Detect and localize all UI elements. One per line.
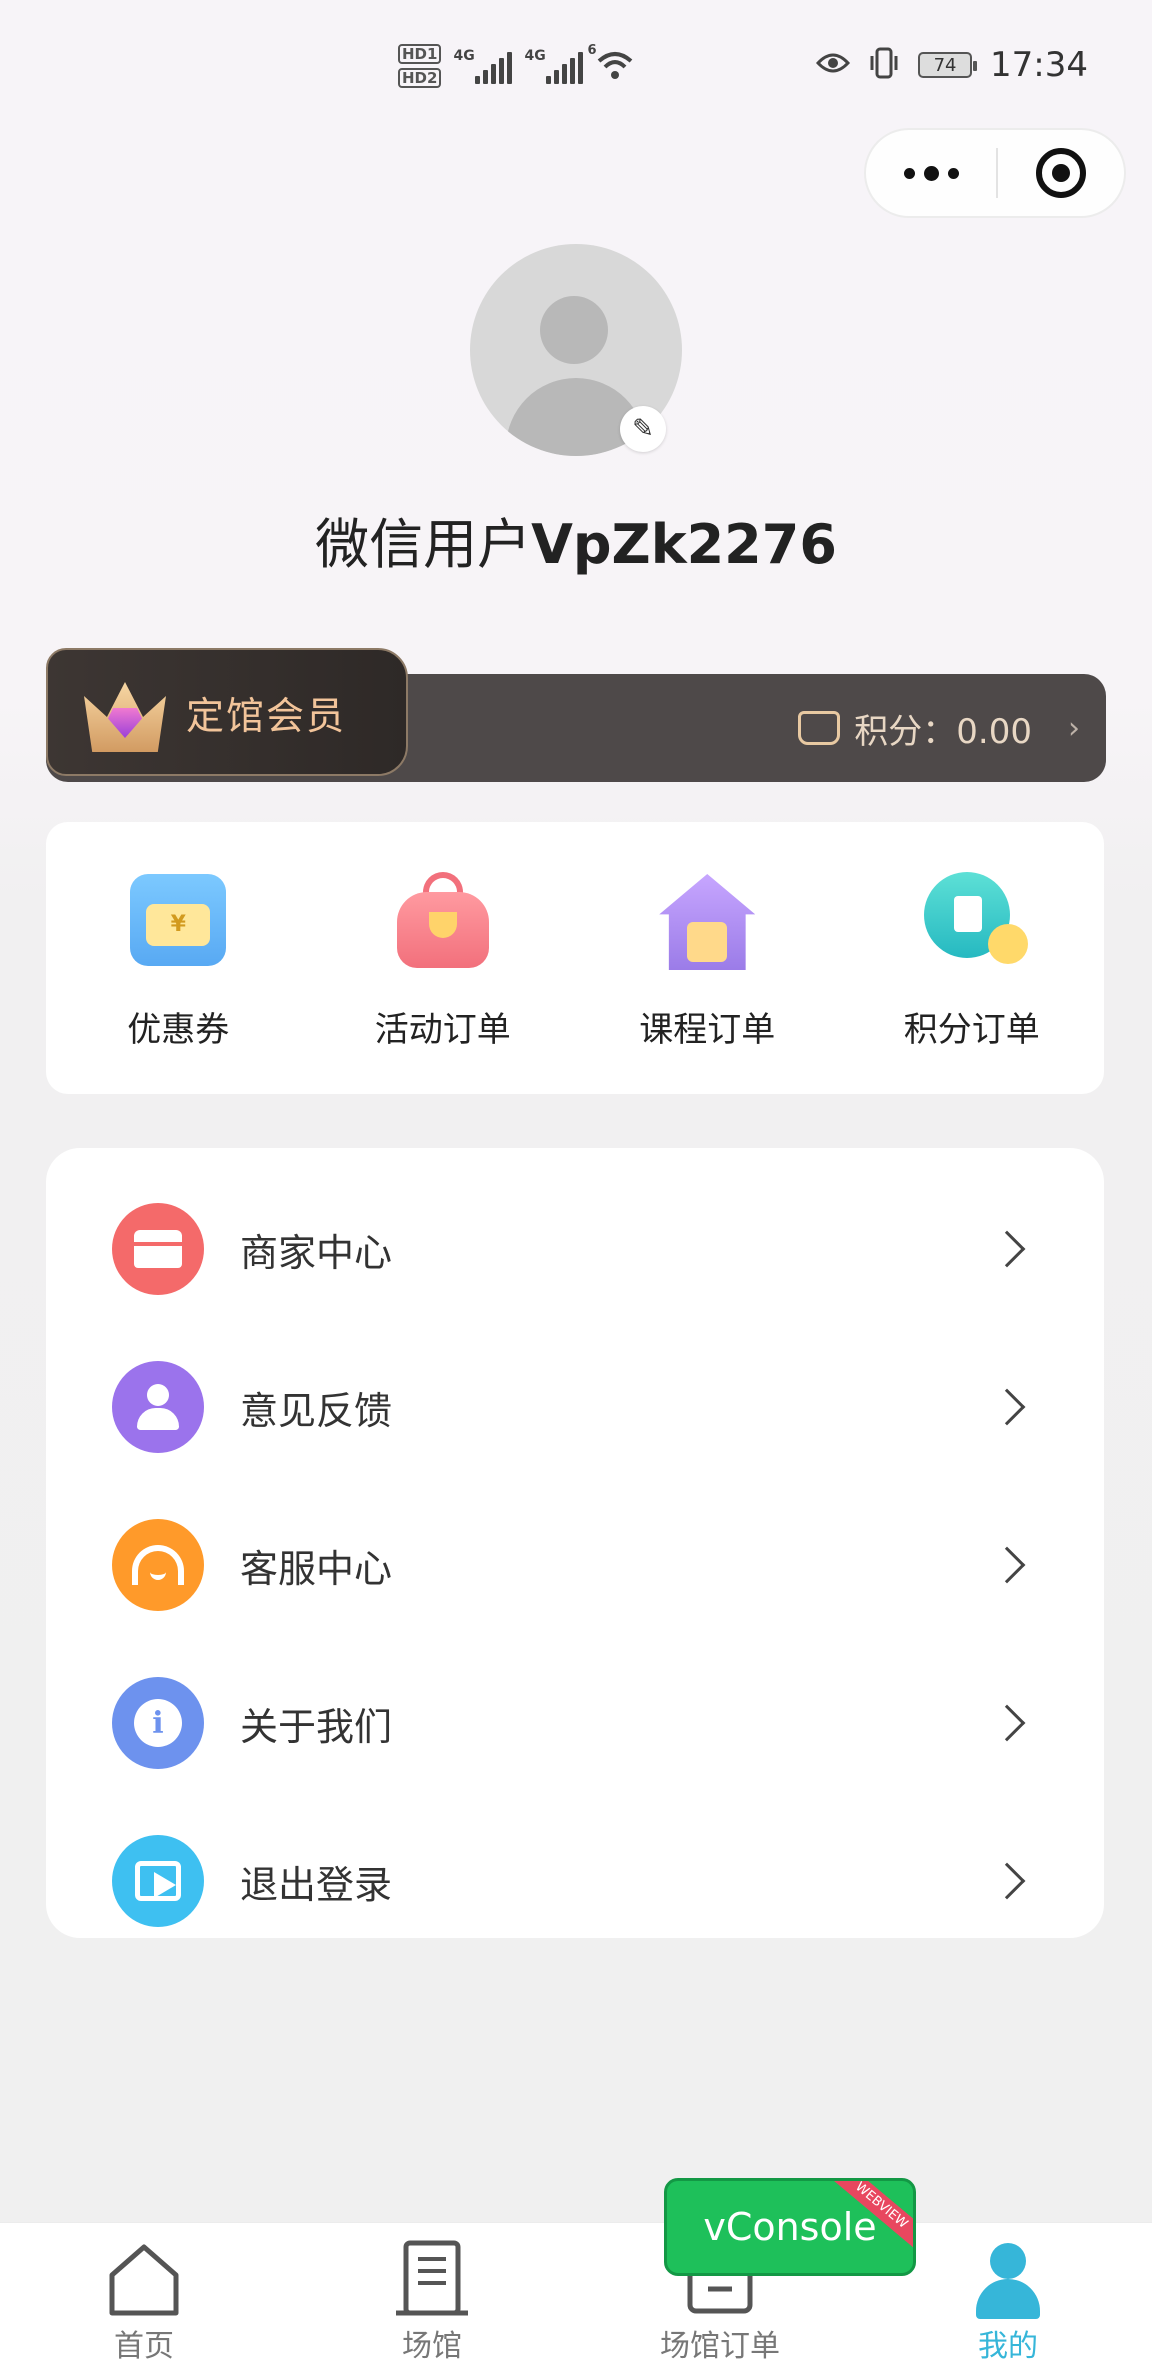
edit-avatar-button[interactable]: ✎ [620, 406, 666, 452]
points-link[interactable]: 积分：0.00 › [798, 674, 1080, 782]
hd2-label: HD2 [398, 68, 442, 88]
points-text: 积分：0.00 [854, 704, 1032, 753]
avatar-head-shape [540, 296, 608, 364]
menu-item-about-us[interactable]: i 关于我们 [46, 1644, 1104, 1802]
pencil-icon: ✎ [632, 414, 654, 444]
chevron-right-icon [988, 1862, 1026, 1900]
user-name-prefix: 微信用户 [315, 513, 532, 576]
user-name: 微信用户VpZk2276 [0, 500, 1152, 579]
quick-item-label: 积分订单 [903, 1010, 1040, 1050]
close-miniprogram-button[interactable] [998, 148, 1124, 198]
battery-icon: 74 [918, 52, 978, 78]
logout-icon [112, 1835, 204, 1927]
chevron-right-icon [988, 1704, 1026, 1742]
more-button[interactable] [866, 130, 996, 216]
hd1-label: HD1 [398, 44, 442, 64]
points-label: 积分： [854, 711, 957, 752]
tab-label: 首页 [114, 2329, 174, 2364]
tab-label: 场馆订单 [660, 2329, 780, 2364]
chevron-right-icon [988, 1546, 1026, 1584]
crown-gem-icon [72, 662, 182, 762]
hd-indicators: HD1 HD2 [398, 44, 442, 88]
quick-item-points-orders[interactable]: 积分订单 [840, 822, 1105, 1094]
eye-icon [815, 51, 851, 79]
user-name-id: VpZk2276 [531, 513, 837, 576]
crown-icon [798, 711, 841, 745]
quick-item-label: 活动订单 [374, 1010, 511, 1050]
headset-icon [112, 1519, 204, 1611]
settings-menu: 商家中心 意见反馈 客服中心 i 关于我们 退出登录 [46, 1148, 1104, 1938]
member-title: 定馆会员 [186, 693, 347, 738]
vibrate-icon [868, 46, 900, 84]
tab-venue[interactable]: 场馆 [288, 2223, 576, 2376]
tab-label: 场馆 [402, 2329, 462, 2364]
member-badge[interactable]: 定馆会员 [46, 648, 408, 776]
miniprogram-capsule [864, 128, 1126, 218]
bottom-tab-bar: 首页 场馆 场馆订单 我的 [0, 2222, 1152, 2376]
status-left: HD1 HD2 4G 4G 6 [398, 36, 635, 96]
menu-item-label: 商家中心 [240, 1230, 393, 1275]
menu-item-merchant-center[interactable]: 商家中心 [46, 1170, 1104, 1328]
menu-item-label: 关于我们 [240, 1704, 393, 1749]
wifi-label: 6 [587, 43, 597, 58]
tab-home[interactable]: 首页 [0, 2223, 288, 2376]
status-bar: HD1 HD2 4G 4G 6 74 17:34 [0, 0, 1152, 130]
user-feedback-icon [112, 1361, 204, 1453]
menu-item-label: 意见反馈 [240, 1388, 393, 1433]
quick-item-label: 课程订单 [639, 1010, 776, 1050]
course-house-icon [653, 868, 761, 976]
info-icon: i [112, 1677, 204, 1769]
quick-item-coupon[interactable]: ¥ 优惠券 [46, 822, 311, 1094]
quick-item-activity-orders[interactable]: 活动订单 [311, 822, 576, 1094]
quick-actions-card: ¥ 优惠券 活动订单 课程订单 积分订单 [46, 822, 1104, 1094]
signal-icon-1: 4G [453, 48, 513, 84]
wifi-icon: 6 [587, 43, 635, 83]
home-icon [104, 2239, 184, 2319]
points-value: 0.00 [956, 711, 1032, 752]
more-dot-icon [903, 167, 915, 179]
more-dot-icon [947, 167, 959, 179]
target-icon [1036, 148, 1086, 198]
quick-item-label: 优惠券 [127, 1010, 230, 1050]
menu-item-feedback[interactable]: 意见反馈 [46, 1328, 1104, 1486]
points-order-icon [918, 868, 1028, 976]
menu-item-label: 客服中心 [240, 1546, 393, 1591]
network-label-1: 4G [453, 48, 475, 64]
quick-item-course-orders[interactable]: 课程订单 [575, 822, 840, 1094]
venue-icon [392, 2239, 472, 2319]
menu-item-logout[interactable]: 退出登录 [46, 1802, 1104, 1960]
chevron-right-icon: › [1068, 710, 1080, 746]
chevron-right-icon [988, 1388, 1026, 1426]
coupon-icon: ¥ [124, 868, 232, 976]
clock: 17:34 [990, 45, 1088, 85]
tab-label: 我的 [978, 2329, 1038, 2364]
vconsole-label: vConsole [703, 2205, 877, 2249]
menu-item-label: 退出登录 [240, 1862, 393, 1907]
shop-icon [112, 1203, 204, 1295]
network-label-2: 4G [524, 48, 546, 64]
more-dot-icon [923, 165, 939, 181]
chevron-right-icon [988, 1230, 1026, 1268]
activity-bag-icon [389, 868, 497, 976]
signal-icon-2: 4G [524, 48, 584, 84]
battery-level: 74 [933, 54, 957, 76]
status-right: 74 17:34 [815, 40, 1088, 90]
profile-icon [968, 2239, 1048, 2319]
menu-item-customer-service[interactable]: 客服中心 [46, 1486, 1104, 1644]
vconsole-button[interactable]: vConsole WEBVIEW [664, 2178, 916, 2276]
